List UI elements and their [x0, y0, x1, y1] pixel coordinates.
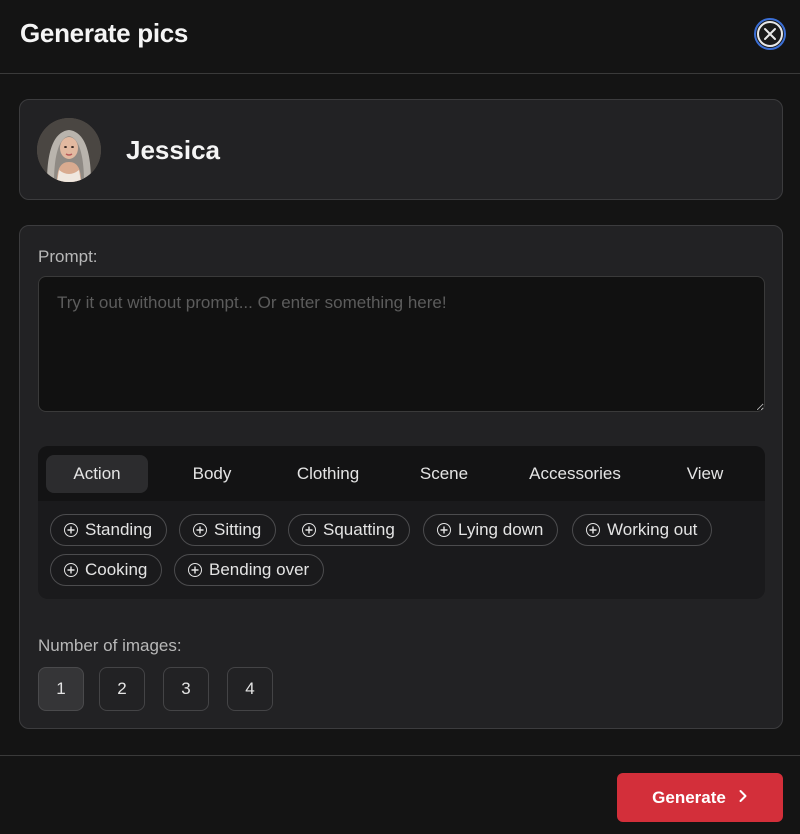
avatar — [37, 118, 101, 182]
plus-circle-icon — [437, 523, 451, 537]
image-count-option-4[interactable]: 4 — [227, 667, 273, 711]
tag-chip-squatting[interactable]: Squatting — [288, 514, 410, 546]
plus-circle-icon — [586, 523, 600, 537]
generate-form: Prompt: Action Body Clothing Scene Acces… — [19, 225, 783, 729]
image-count-label: Number of images: — [38, 636, 182, 655]
tab-view[interactable]: View — [656, 455, 754, 493]
prompt-label: Prompt: — [38, 247, 98, 266]
plus-circle-icon — [302, 523, 316, 537]
tab-scene[interactable]: Scene — [388, 455, 500, 493]
tag-chip-bending-over[interactable]: Bending over — [174, 554, 325, 586]
character-card: Jessica — [19, 99, 783, 200]
tag-chip-cooking[interactable]: Cooking — [50, 554, 163, 586]
tag-chip-label: Lying down — [458, 520, 544, 539]
tab-clothing[interactable]: Clothing — [272, 455, 384, 493]
close-icon — [757, 21, 783, 47]
character-name: Jessica — [126, 135, 220, 165]
tab-accessories[interactable]: Accessories — [510, 455, 640, 493]
plus-circle-icon — [193, 523, 207, 537]
image-count-option-2[interactable]: 2 — [99, 667, 145, 711]
tag-chip-label: Cooking — [85, 560, 148, 579]
prompt-input[interactable] — [38, 276, 765, 412]
tag-chip-label: Sitting — [214, 520, 262, 539]
tab-body[interactable]: Body — [156, 455, 268, 493]
tag-chip-label: Standing — [85, 520, 153, 539]
generate-button[interactable]: Generate — [617, 773, 783, 822]
image-count-option-1[interactable]: 1 — [38, 667, 84, 711]
tag-chip-lying-down[interactable]: Lying down — [423, 514, 559, 546]
close-button[interactable] — [754, 18, 786, 50]
tag-chip-label: Bending over — [209, 560, 310, 579]
tag-panel: Action Body Clothing Scene Accessories V… — [38, 446, 765, 599]
plus-circle-icon — [64, 563, 78, 577]
tab-action[interactable]: Action — [46, 455, 148, 493]
modal-header: Generate pics — [0, 0, 800, 74]
chevron-right-icon — [738, 788, 748, 808]
tag-tabs: Action Body Clothing Scene Accessories V… — [38, 446, 765, 501]
tag-chip-label: Working out — [607, 520, 698, 539]
tag-chip-sitting[interactable]: Sitting — [179, 514, 277, 546]
tag-chip-working-out[interactable]: Working out — [572, 514, 713, 546]
image-count-option-3[interactable]: 3 — [163, 667, 209, 711]
plus-circle-icon — [64, 523, 78, 537]
generate-button-label: Generate — [652, 787, 726, 807]
tag-chip-standing[interactable]: Standing — [50, 514, 168, 546]
modal-title: Generate pics — [20, 18, 189, 48]
plus-circle-icon — [188, 563, 202, 577]
tag-chip-label: Squatting — [323, 520, 395, 539]
